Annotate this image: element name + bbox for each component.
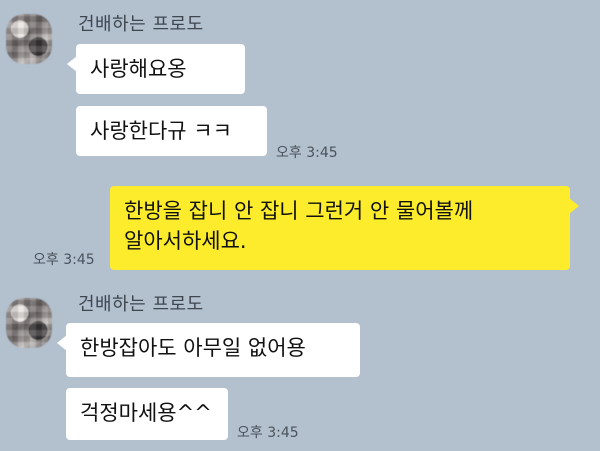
message-bubble[interactable]: 한방잡아도 아무일 없어용 xyxy=(57,323,360,377)
message-time: 오후 3:45 xyxy=(276,145,338,161)
message-text: 한방잡아도 아무일 없어용 xyxy=(80,336,306,360)
avatar[interactable] xyxy=(6,298,52,348)
message-time: 오후 3:45 xyxy=(33,252,95,268)
message-bubble[interactable]: 사랑해요옹 xyxy=(67,44,245,94)
message-bubble[interactable]: 사랑한다규 ㅋㅋ xyxy=(76,106,267,156)
message-text: 사랑한다규 ㅋㅋ xyxy=(90,119,232,143)
message-time: 오후 3:45 xyxy=(237,425,299,441)
message-text: 알아서하세요. xyxy=(124,229,247,253)
sender-name: 건배하는 프로도 xyxy=(78,14,204,35)
avatar[interactable] xyxy=(6,14,52,64)
message-text: 걱정마세용^^ xyxy=(80,401,212,425)
chat-room: 건배하는 프로도 사랑해요옹 사랑한다규 ㅋㅋ 오후 3:45 오후 3:45 … xyxy=(0,0,600,451)
sender-name: 건배하는 프로도 xyxy=(78,294,204,315)
message-bubble[interactable]: 한방을 잡니 안 잡니 그런거 안 물어볼께 알아서하세요. xyxy=(110,186,579,270)
message-bubble[interactable]: 걱정마세용^^ xyxy=(66,388,228,440)
message-text: 사랑해요옹 xyxy=(90,57,187,81)
message-text: 한방을 잡니 안 잡니 그런거 안 물어볼께 xyxy=(124,199,474,223)
